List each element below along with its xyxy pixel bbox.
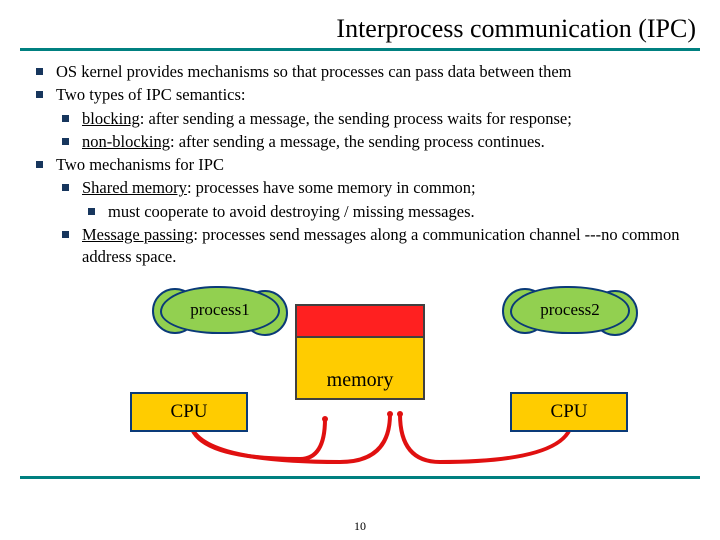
cpu-right-label: CPU bbox=[551, 401, 588, 423]
nonblocking-rest: : after sending a message, the sending p… bbox=[170, 132, 545, 151]
process2-label: process2 bbox=[540, 300, 599, 320]
bullet-3a-i: must cooperate to avoid destroying / mis… bbox=[82, 201, 700, 223]
cpu-right: CPU bbox=[510, 392, 628, 432]
msgpass-label: Message passing bbox=[82, 225, 193, 244]
cpu-left-label: CPU bbox=[171, 401, 208, 423]
bullet-3a: Shared memory: processes have some memor… bbox=[56, 177, 700, 223]
header-rule bbox=[20, 48, 700, 51]
footer-rule bbox=[20, 476, 700, 479]
blocking-label: blocking bbox=[82, 109, 140, 128]
page-title: Interprocess communication (IPC) bbox=[0, 0, 720, 46]
sharedmem-label: Shared memory bbox=[82, 178, 187, 197]
memory-box: memory bbox=[295, 304, 425, 400]
nonblocking-label: non-blocking bbox=[82, 132, 170, 151]
blocking-rest: : after sending a message, the sending p… bbox=[140, 109, 572, 128]
bullet-3b: Message passing: processes send messages… bbox=[56, 224, 700, 269]
memory-label: memory bbox=[327, 369, 394, 392]
bullet-content: OS kernel provides mechanisms so that pr… bbox=[0, 61, 720, 268]
sharedmem-rest: : processes have some memory in common; bbox=[187, 178, 476, 197]
shared-region bbox=[295, 304, 425, 338]
process2-cloud: process2 bbox=[510, 286, 630, 334]
process1-label: process1 bbox=[190, 300, 249, 320]
bullet-1: OS kernel provides mechanisms so that pr… bbox=[30, 61, 700, 83]
cpu-left: CPU bbox=[130, 392, 248, 432]
bullet-2b: non-blocking: after sending a message, t… bbox=[56, 131, 700, 153]
bullet-3-text: Two mechanisms for IPC bbox=[56, 155, 224, 174]
bullet-2-text: Two types of IPC semantics: bbox=[56, 85, 246, 104]
bullet-2: Two types of IPC semantics: blocking: af… bbox=[30, 84, 700, 153]
process1-cloud: process1 bbox=[160, 286, 280, 334]
diagram: process1 process2 memory CPU CPU bbox=[20, 274, 700, 474]
bullet-3: Two mechanisms for IPC Shared memory: pr… bbox=[30, 154, 700, 268]
page-number: 10 bbox=[0, 519, 720, 534]
bullet-2a: blocking: after sending a message, the s… bbox=[56, 108, 700, 130]
